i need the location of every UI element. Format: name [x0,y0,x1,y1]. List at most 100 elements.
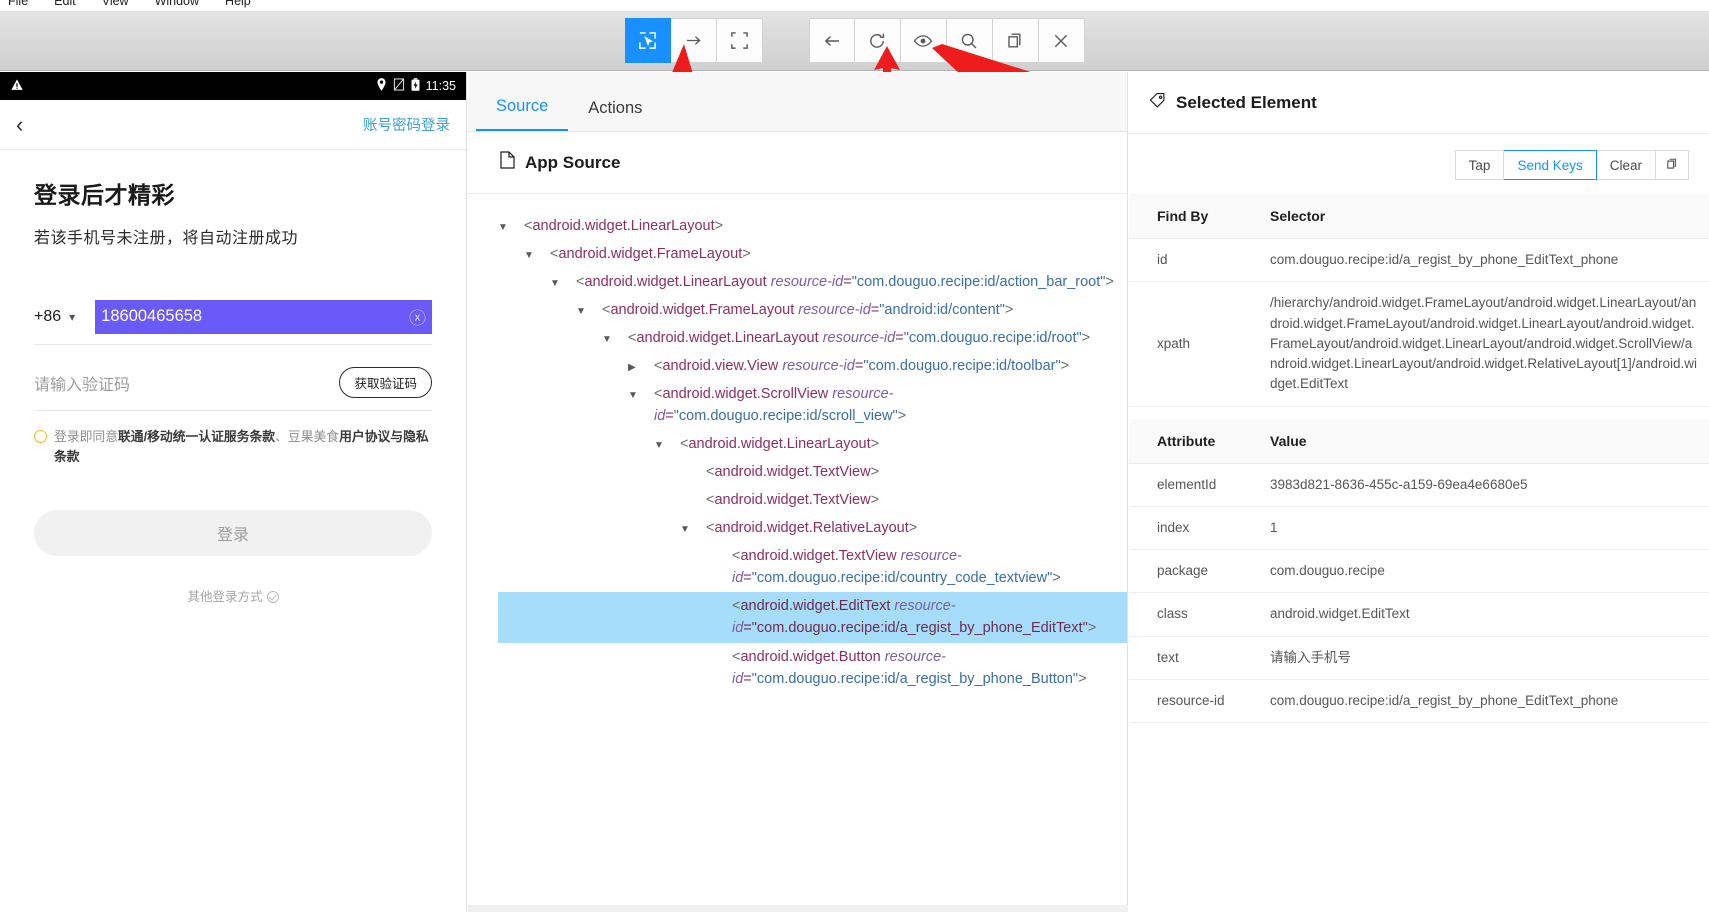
selected-element-title: Selected Element [1176,92,1317,112]
select-element-tool[interactable] [624,18,671,63]
agreement-text: 登录即同意联通/移动统一认证服务条款、豆果美食用户协议与隐私条款 [54,427,432,468]
clear-circle-icon[interactable]: ⓧ [409,304,426,329]
menu-item-edit[interactable]: Edit [54,0,76,8]
tree-caret-open-icon[interactable] [680,517,706,537]
refresh-icon [867,31,887,51]
attribute-table-row: elementId 3983d821-8636-455c-a159-69ea4e6… [1129,463,1709,507]
tab-source[interactable]: Source [476,97,569,131]
attribute-table-row-value: 请输入手机号 [1242,636,1709,680]
eye-icon [913,31,933,51]
source-tree-node[interactable]: <android.widget.ScrollView resource-id="… [498,380,1127,430]
source-tree-node[interactable]: <android.widget.TextView> [498,458,1127,486]
other-login-methods[interactable]: 其他登录方式 [34,586,432,605]
app-source-header: App Source [468,132,1127,194]
app-source-title: App Source [525,152,621,172]
source-tree-node[interactable]: <android.widget.LinearLayout resource-id… [498,268,1127,296]
source-tree-node[interactable]: <android.widget.LinearLayout> [498,212,1127,240]
attribute-header-attribute: Attribute [1129,418,1242,464]
source-tree-node[interactable]: <android.widget.FrameLayout resource-id=… [498,296,1127,324]
tree-node-label: <android.widget.LinearLayout> [680,436,880,453]
copy-attributes-button[interactable] [1656,150,1689,180]
country-code-selector[interactable]: +86 ▾ [34,308,75,326]
source-tree-node[interactable]: <android.widget.FrameLayout> [498,240,1127,268]
tree-node-label: <android.widget.RelativeLayout> [706,520,918,537]
tree-caret-open-icon[interactable] [550,271,576,291]
tree-caret-closed-icon[interactable] [628,355,654,375]
tree-caret-open-icon[interactable] [602,327,628,347]
agreement-row[interactable]: 登录即同意联通/移动统一认证服务条款、豆果美食用户协议与隐私条款 [34,427,432,468]
tree-node-label: <android.widget.TextView resource-id="co… [732,548,1061,587]
verification-code-input[interactable]: 请输入验证码 [34,371,130,395]
agreement-terms-link-1[interactable]: 联通/移动统一认证服务条款 [118,429,275,444]
table-gap [1129,407,1709,419]
phone-input-row: +86 ▾ 18600465658 ⓧ [34,300,432,345]
source-tree-node[interactable]: <android.view.View resource-id="com.doug… [498,352,1127,380]
tree-caret-open-icon[interactable] [576,299,602,319]
attribute-table-row-key: index [1129,506,1242,551]
selector-header-selector: Selector [1242,194,1709,239]
get-verification-code-button[interactable]: 获取验证码 [339,367,432,398]
source-tree-node-selected[interactable]: <android.widget.EditText resource-id="co… [498,592,1127,643]
send-keys-action-button[interactable]: Send Keys [1504,150,1597,180]
source-tree-node[interactable]: <android.widget.TextView> [498,486,1127,514]
magnifier-icon [959,31,979,51]
arrow-right-icon [684,31,703,50]
source-tree-horizontal-scrollbar[interactable] [468,905,1128,912]
menu-item-window[interactable]: Window [155,0,199,8]
swipe-tool[interactable] [670,18,717,63]
country-code-label: +86 [34,308,62,325]
tap-by-coordinates-tool[interactable] [716,18,763,63]
selector-table-row-value: com.douguo.recipe:id/a_regist_by_phone_E… [1242,238,1709,283]
tree-node-label: <android.widget.LinearLayout resource-id… [628,330,1091,347]
tree-node-label: <android.widget.FrameLayout> [550,246,751,263]
tree-caret-open-icon[interactable] [524,243,550,263]
toolbar [0,11,1709,71]
other-login-label: 其他登录方式 [187,589,263,604]
selector-table-header-row: Find By Selector [1129,194,1709,239]
login-submit-button[interactable]: 登录 [34,509,432,556]
search-button[interactable] [946,18,993,63]
source-tree-node[interactable]: <android.widget.Button resource-id="com.… [498,643,1127,693]
tab-actions[interactable]: Actions [568,99,662,131]
menu-item-view[interactable]: View [102,0,129,8]
agreement-checkbox[interactable] [34,430,47,443]
attribute-table-header-row: Attribute Value [1129,418,1709,464]
warning-triangle-icon [10,78,24,95]
toolbar-action-group [808,18,1085,63]
login-subtitle: 若该手机号未注册，将自动注册成功 [34,230,299,247]
source-tree-node[interactable]: <android.widget.LinearLayout resource-id… [498,324,1127,352]
crop-frame-icon [730,31,749,50]
source-tree[interactable]: <android.widget.LinearLayout> <android.wi… [468,194,1127,693]
quit-session-button[interactable] [1038,18,1085,63]
tree-caret-open-icon[interactable] [628,383,654,403]
tree-node-label: <android.widget.TextView> [706,492,880,509]
refresh-source-button[interactable] [854,18,901,63]
close-x-icon [1051,31,1071,51]
location-pin-icon [376,78,387,94]
menu-item-help[interactable]: Help [225,0,251,8]
tree-caret-open-icon[interactable] [498,215,524,235]
agreement-separator: 、 [275,429,288,444]
tree-caret-open-icon[interactable] [654,433,680,453]
start-recording-button[interactable] [900,18,947,63]
tap-action-button[interactable]: Tap [1454,150,1505,180]
attribute-header-value: Value [1242,418,1709,464]
device-screen-panel[interactable]: 11:35 ‹ 账号密码登录 登录后才精彩 若该手机号未注册，将自动注册成功 +… [0,72,467,912]
tree-node-label: <android.widget.Button resource-id="com.… [732,648,1087,687]
attribute-table-row-value: 1 [1242,506,1709,551]
phone-number-value: 18600465658 [101,307,203,325]
menu-item-file[interactable]: File [8,0,28,8]
chevron-left-icon[interactable]: ‹ [16,112,23,138]
source-tree-node[interactable]: <android.widget.RelativeLayout> [498,514,1127,542]
clear-action-button[interactable]: Clear [1596,150,1656,180]
selector-header-find-by: Find By [1129,194,1242,239]
account-password-login-link[interactable]: 账号密码登录 [363,114,450,135]
attribute-table: Attribute Value elementId 3983d821-8636-4… [1129,418,1709,724]
back-button[interactable] [808,18,855,63]
tag-icon [1149,92,1166,114]
source-tree-node[interactable]: <android.widget.TextView resource-id="co… [498,542,1127,592]
source-tree-node[interactable]: <android.widget.LinearLayout> [498,430,1127,458]
copy-button[interactable] [992,18,1039,63]
phone-number-input[interactable]: 18600465658 ⓧ [95,300,432,334]
selected-element-header: Selected Element [1129,72,1709,134]
